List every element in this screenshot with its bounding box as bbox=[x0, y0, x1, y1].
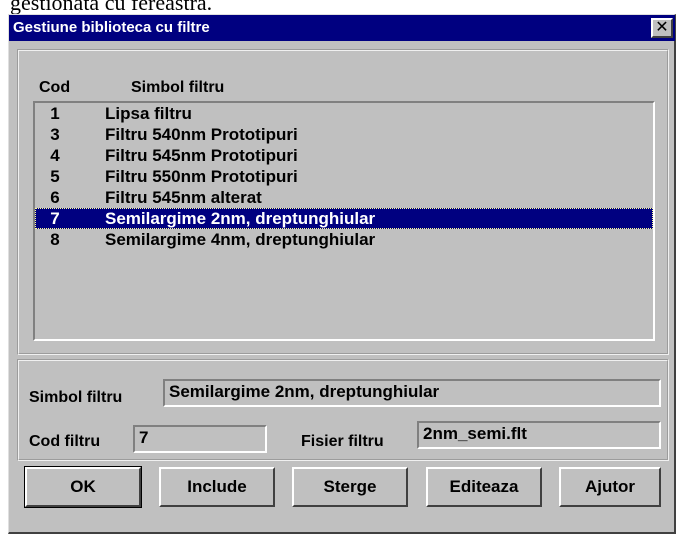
sterge-button[interactable]: Sterge bbox=[292, 467, 408, 507]
filter-list-group: Cod Simbol filtru 1 Lipsa filtru 3 Filtru 5… bbox=[17, 49, 669, 355]
list-item-simbol: Semilargime 4nm, dreptunghiular bbox=[105, 230, 376, 249]
list-item-cod: 7 bbox=[50, 209, 60, 228]
list-item[interactable]: 1 Lipsa filtru bbox=[35, 103, 653, 124]
simbol-filtru-field[interactable]: Semilargime 2nm, dreptunghiular bbox=[163, 379, 661, 407]
list-item-cod: 4 bbox=[50, 146, 60, 165]
editeaza-button[interactable]: Editeaza bbox=[426, 467, 542, 507]
list-item-cod: 3 bbox=[50, 125, 60, 144]
title-bar: Gestiune biblioteca cu filtre ✕ bbox=[9, 15, 675, 41]
cod-filtru-label: Cod filtru bbox=[29, 433, 101, 450]
filter-listbox[interactable]: 1 Lipsa filtru 3 Filtru 540nm Prototipuri 4 F… bbox=[33, 101, 655, 341]
close-icon: ✕ bbox=[655, 19, 669, 36]
ajutor-button[interactable]: Ajutor bbox=[559, 467, 661, 507]
include-button[interactable]: Include bbox=[159, 467, 275, 507]
list-item-simbol: Semilargime 2nm, dreptunghiular bbox=[105, 209, 376, 228]
list-item[interactable]: 3 Filtru 540nm Prototipuri bbox=[35, 124, 653, 145]
list-item-simbol: Filtru 550nm Prototipuri bbox=[105, 167, 298, 186]
cod-filtru-field[interactable]: 7 bbox=[133, 425, 267, 453]
list-item-simbol: Filtru 540nm Prototipuri bbox=[105, 125, 298, 144]
list-item[interactable]: 5 Filtru 550nm Prototipuri bbox=[35, 166, 653, 187]
column-header-simbol: Simbol filtru bbox=[131, 79, 225, 96]
list-item-simbol: Lipsa filtru bbox=[105, 104, 192, 123]
ok-button[interactable]: OK bbox=[24, 466, 142, 508]
simbol-filtru-label: Simbol filtru bbox=[29, 389, 123, 406]
fisier-filtru-label: Fisier filtru bbox=[301, 433, 384, 450]
list-item[interactable]: 8 Semilargime 4nm, dreptunghiular bbox=[35, 229, 653, 250]
window-title: Gestiune biblioteca cu filtre bbox=[13, 19, 210, 36]
list-item-cod: 1 bbox=[50, 104, 60, 123]
fisier-filtru-field[interactable]: 2nm_semi.flt bbox=[417, 421, 661, 449]
list-item-cod: 5 bbox=[50, 167, 60, 186]
list-item[interactable]: 6 Filtru 545nm alterat bbox=[35, 187, 653, 208]
list-item-cod: 8 bbox=[50, 230, 60, 249]
list-item-cod: 6 bbox=[50, 188, 60, 207]
background-caption: gestionata cu fereastra. bbox=[0, 0, 680, 14]
filter-details-group: Simbol filtru Semilargime 2nm, dreptungh… bbox=[17, 359, 669, 461]
list-item-simbol: Filtru 545nm alterat bbox=[105, 188, 262, 207]
filter-library-dialog: Gestiune biblioteca cu filtre ✕ Cod Simb… bbox=[8, 14, 676, 534]
column-header-cod: Cod bbox=[39, 79, 71, 96]
close-button[interactable]: ✕ bbox=[651, 18, 673, 38]
list-item-simbol: Filtru 545nm Prototipuri bbox=[105, 146, 298, 165]
caption-text: gestionata cu fereastra. bbox=[10, 0, 213, 14]
list-item[interactable]: 7 Semilargime 2nm, dreptunghiular bbox=[35, 208, 653, 229]
list-item[interactable]: 4 Filtru 545nm Prototipuri bbox=[35, 145, 653, 166]
